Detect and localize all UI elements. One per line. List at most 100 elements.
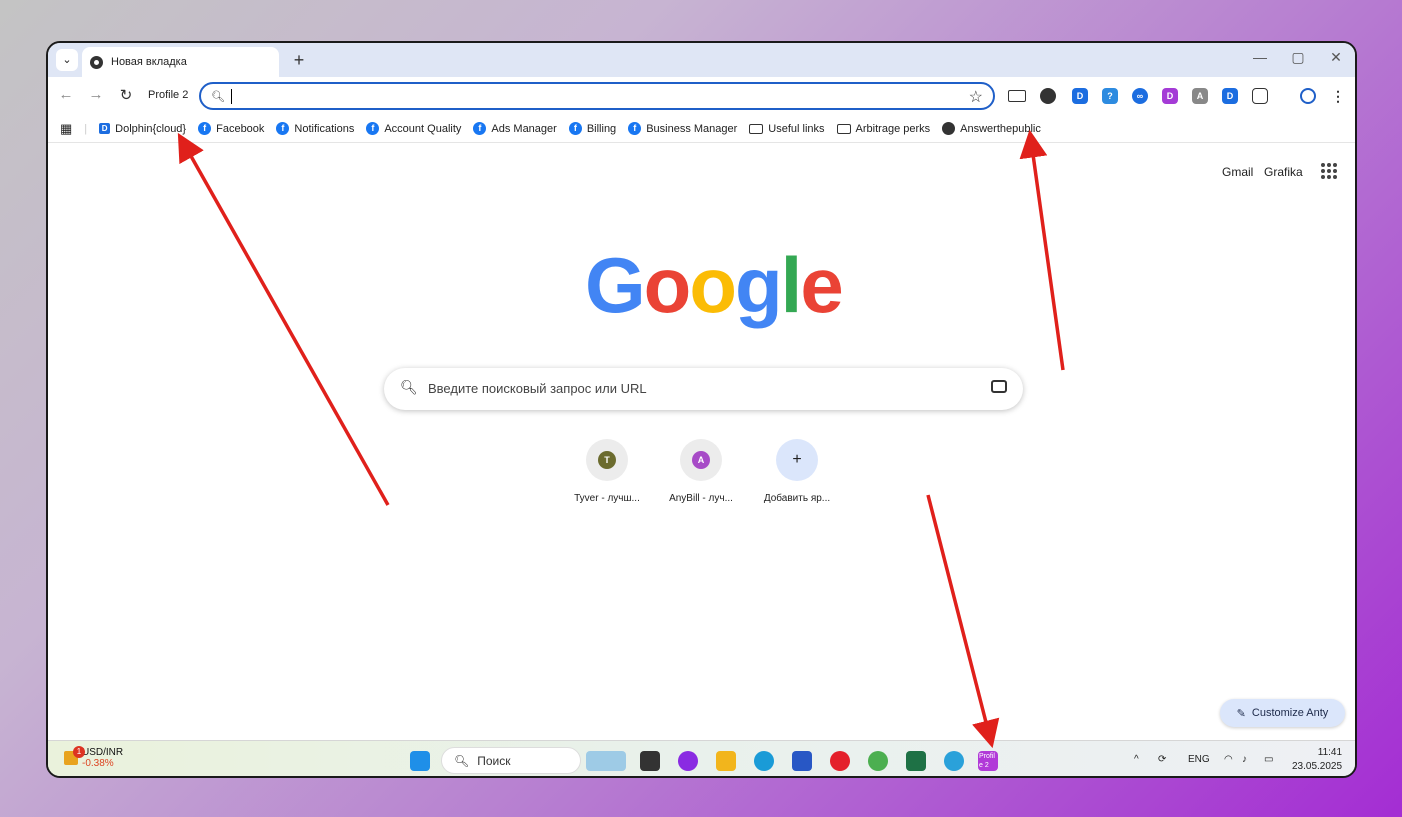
extension-icon[interactable]: ?: [1102, 88, 1118, 104]
language-indicator[interactable]: ENG: [1188, 754, 1210, 765]
profile-avatar-icon[interactable]: [1300, 88, 1316, 104]
gmail-link[interactable]: Gmail: [1222, 165, 1253, 179]
add-shortcut-button[interactable]: + Добавить яр...: [757, 439, 837, 504]
task-view-icon[interactable]: [640, 751, 660, 771]
facebook-icon: f: [473, 122, 487, 135]
shortcut-circle: +: [776, 439, 818, 481]
extension-icon[interactable]: D: [1162, 88, 1178, 104]
logo-letter: o: [689, 241, 737, 329]
logo-letter: e: [800, 241, 843, 329]
video-icon[interactable]: [1008, 90, 1026, 102]
battery-icon[interactable]: ▭: [1264, 754, 1273, 765]
toolbar: ← → ↻ Profile 2 🔍︎ ☆ D ? ∞ D A D ⋮: [48, 77, 1355, 115]
images-link[interactable]: Grafika: [1264, 165, 1303, 179]
bookmark-item[interactable]: f Business Manager: [628, 122, 737, 135]
search-icon: 🔍︎: [211, 91, 225, 103]
plus-icon: +: [792, 451, 802, 468]
facebook-icon: f: [276, 122, 290, 135]
logo-letter: l: [780, 241, 803, 329]
excel-icon[interactable]: [906, 751, 926, 771]
google-apps-icon[interactable]: [1321, 163, 1337, 179]
maximize-button[interactable]: ▢: [1284, 49, 1312, 66]
profile-2-taskbar-icon[interactable]: Profil e 2: [978, 751, 998, 771]
reload-icon[interactable]: ↻: [116, 86, 136, 104]
telegram-icon[interactable]: [944, 751, 964, 771]
logo-letter: g: [734, 241, 783, 329]
store-icon[interactable]: [792, 751, 812, 771]
chrome-icon[interactable]: [868, 751, 888, 771]
bookmark-divider: |: [84, 122, 88, 135]
clock[interactable]: 11:41 23.05.2025: [1292, 746, 1342, 774]
bookmark-item[interactable]: f Notifications: [276, 122, 354, 135]
shortcut-circle: A: [680, 439, 722, 481]
bookmark-item[interactable]: f Account Quality: [366, 122, 461, 135]
extension-icon[interactable]: D: [1222, 88, 1238, 104]
logo-letter: G: [585, 241, 646, 329]
tab-new-tab[interactable]: Новая вкладка: [82, 47, 279, 77]
bookmark-label: Business Manager: [646, 122, 738, 135]
bookmark-star-icon[interactable]: ☆: [969, 87, 983, 107]
bookmark-label: Billing: [586, 122, 617, 135]
close-button[interactable]: ✕: [1322, 49, 1350, 66]
stock-icon: 1: [64, 746, 85, 765]
wifi-icon[interactable]: ◠: [1224, 754, 1233, 765]
facebook-icon: f: [198, 122, 212, 135]
taskbar-search-label: Поиск: [477, 753, 511, 768]
dolphin-extension-icon[interactable]: D: [1072, 88, 1088, 104]
forward-icon[interactable]: →: [86, 86, 106, 103]
notification-badge: 1: [73, 746, 85, 758]
tab-list-button[interactable]: ⌄: [56, 49, 78, 71]
minimize-button[interactable]: —: [1246, 49, 1274, 65]
taskbar: 1 USD/INR -0.38% 🔍︎ Поиск Profil e 2 ^ ⟳…: [48, 740, 1355, 776]
windows-start-icon[interactable]: [410, 751, 430, 771]
bookmark-item[interactable]: D Dolphin{cloud}: [99, 123, 186, 135]
tab-title: Новая вкладка: [111, 56, 187, 68]
bookmark-label: Notifications: [294, 122, 355, 135]
search-placeholder: Введите поисковый запрос или URL: [428, 381, 647, 396]
extension-icon[interactable]: A: [1192, 88, 1208, 104]
customize-button[interactable]: ✎ Customize Anty: [1220, 699, 1345, 727]
shortcut-tile[interactable]: T Tyver - лучш...: [567, 439, 647, 504]
tab-strip: ⌄ Новая вкладка + — ▢ ✕: [48, 43, 1355, 77]
extension-icon[interactable]: ∞: [1132, 88, 1148, 104]
browser-window: ⌄ Новая вкладка + — ▢ ✕ ← → ↻ Profile 2 …: [46, 41, 1357, 778]
widget-image-icon[interactable]: [586, 751, 626, 771]
clock-time: 11:41: [1317, 747, 1343, 758]
bookmark-label: Account Quality: [384, 122, 462, 135]
profile-label[interactable]: Profile 2: [148, 89, 188, 101]
bookmark-item[interactable]: f Billing: [568, 122, 617, 135]
bookmarks-bar: ▦ | D Dolphin{cloud} f Facebook f Notificat…: [48, 115, 1355, 143]
google-logo: Google: [585, 240, 844, 331]
sync-icon[interactable]: ⟳: [1158, 754, 1166, 765]
file-explorer-icon[interactable]: [716, 751, 736, 771]
chrome-icon: [90, 55, 103, 69]
dolphin-icon: D: [99, 123, 111, 134]
edge-icon[interactable]: [754, 751, 774, 771]
dolphin-app-icon[interactable]: [678, 751, 698, 771]
bookmark-item[interactable]: f Ads Manager: [473, 122, 557, 135]
shortcut-label: AnyBill - луч...: [669, 493, 733, 504]
chevron-up-icon[interactable]: ^: [1134, 754, 1139, 765]
speaker-icon[interactable]: ♪: [1242, 754, 1247, 765]
menu-icon[interactable]: ⋮: [1330, 88, 1346, 104]
new-tab-button[interactable]: +: [288, 49, 310, 71]
shortcut-tile[interactable]: A AnyBill - луч...: [661, 439, 741, 504]
stock-change: -0.38%: [82, 758, 114, 769]
extensions-puzzle-icon[interactable]: [1252, 88, 1268, 104]
apps-grid-icon[interactable]: ▦: [60, 121, 72, 137]
bookmark-folder[interactable]: Arbitrage perks: [836, 123, 930, 135]
customize-label: Customize Anty: [1251, 707, 1329, 719]
taskbar-search[interactable]: 🔍︎ Поиск: [441, 747, 581, 774]
bookmark-folder[interactable]: Useful links: [749, 123, 825, 135]
cookie-icon[interactable]: [1040, 88, 1056, 104]
back-icon[interactable]: ←: [56, 86, 76, 103]
bookmark-label: Ads Manager: [491, 122, 557, 135]
opera-icon[interactable]: [830, 751, 850, 771]
search-box[interactable]: 🔍︎ Введите поисковый запрос или URL: [384, 368, 1023, 410]
bookmark-item[interactable]: Answerthepublic: [942, 122, 1041, 135]
folder-icon: [749, 123, 764, 134]
address-bar[interactable]: 🔍︎ ☆: [199, 82, 995, 110]
camera-icon[interactable]: [991, 380, 1007, 393]
stock-widget[interactable]: 1 USD/INR -0.38%: [64, 746, 123, 769]
bookmark-item[interactable]: f Facebook: [198, 122, 264, 135]
